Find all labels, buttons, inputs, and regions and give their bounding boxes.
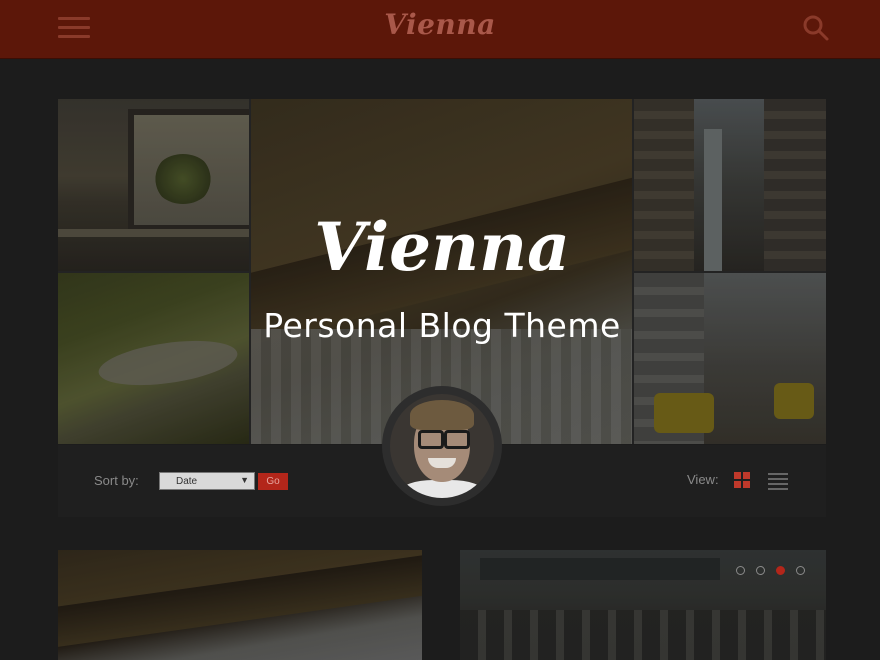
sort-select-value: Date (176, 476, 198, 487)
sort-select[interactable]: Date ▼ (159, 472, 255, 490)
slider-dot[interactable] (736, 566, 745, 575)
chevron-down-icon: ▼ (240, 475, 249, 485)
slider-dot[interactable] (796, 566, 805, 575)
top-navigation-bar: Vienna (0, 0, 880, 59)
site-logo[interactable]: Vienna (0, 8, 880, 41)
search-icon[interactable] (802, 14, 830, 42)
view-label: View: (687, 472, 719, 487)
hero-logo: Vienna (314, 208, 570, 286)
author-avatar[interactable] (390, 394, 494, 498)
list-view-icon[interactable] (768, 472, 788, 490)
grid-view-icon[interactable] (734, 472, 750, 488)
slider-dot[interactable] (756, 566, 765, 575)
go-button[interactable]: Go (258, 473, 288, 490)
post-card-street[interactable] (460, 550, 826, 660)
sort-label: Sort by: (94, 473, 139, 488)
slider-dot-active[interactable] (776, 566, 785, 575)
post-card-architecture[interactable] (58, 550, 422, 660)
hero-tagline: Personal Blog Theme (263, 306, 621, 345)
